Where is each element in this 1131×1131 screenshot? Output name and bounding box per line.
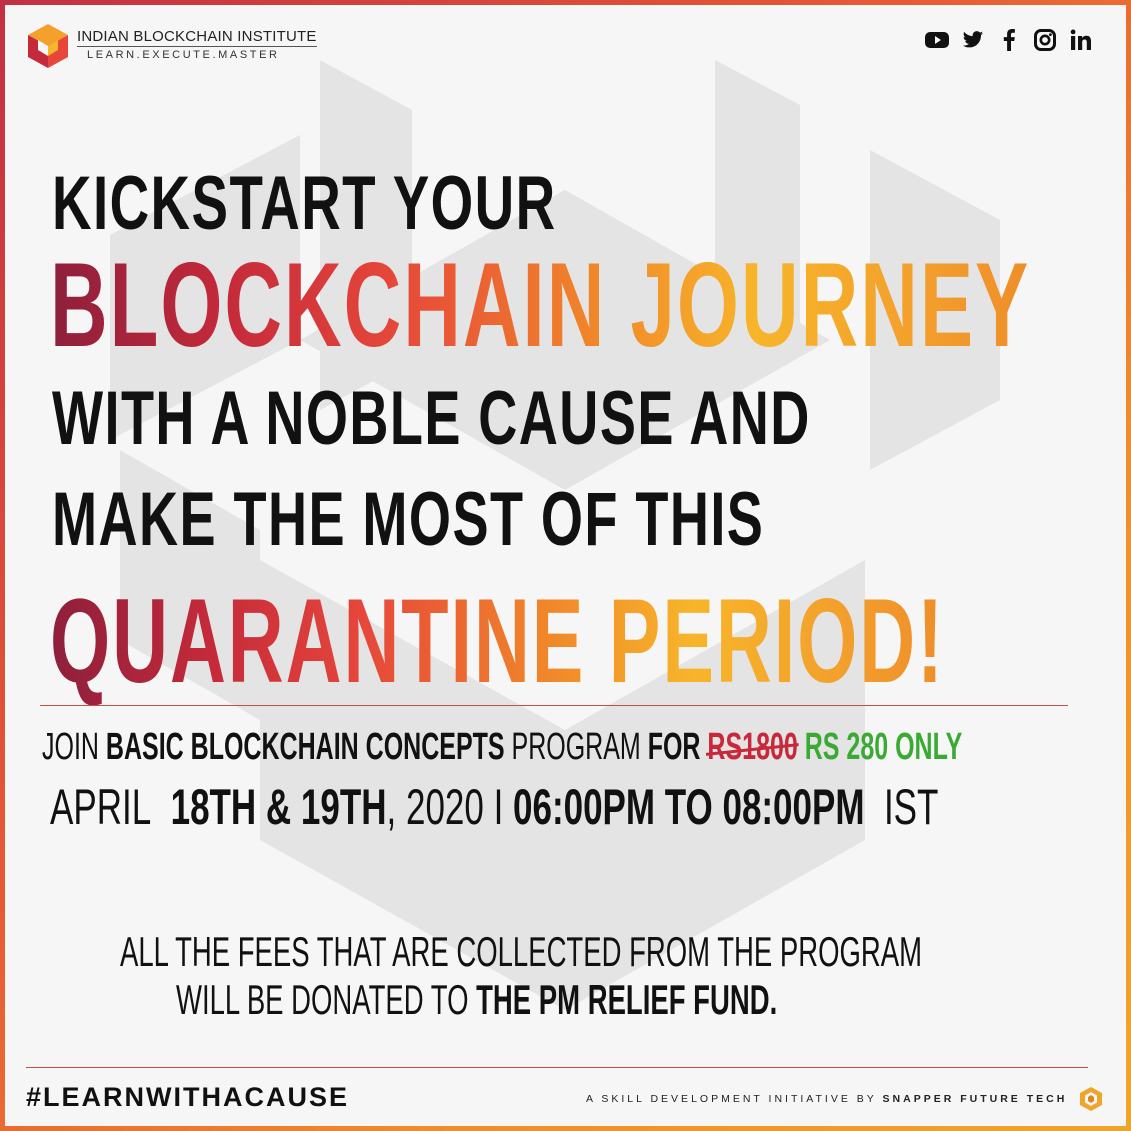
schedule-month: APRIL (50, 779, 152, 835)
twitter-icon[interactable] (961, 28, 985, 52)
old-price: RS1800 (707, 726, 798, 768)
hashtag: #LEARNWITHACAUSE (26, 1082, 350, 1112)
divider-bottom (26, 1067, 1088, 1068)
footer-initiative: A SKILL DEVELOPMENT INITIATIVE BY SNAPPE… (586, 1093, 1067, 1105)
facebook-icon[interactable] (997, 28, 1021, 52)
footer-initiative-text: A SKILL DEVELOPMENT INITIATIVE BY (586, 1093, 877, 1105)
schedule-time: 06:00PM TO 08:00PM (513, 779, 865, 835)
org-name: INDIAN BLOCKCHAIN INSTITUTE (77, 28, 317, 45)
program-name: BASIC BLOCKCHAIN CONCEPTS (105, 726, 505, 768)
linkedin-icon[interactable] (1069, 28, 1093, 52)
donation-line-1: ALL THE FEES THAT ARE COLLECTED FROM THE… (120, 928, 923, 975)
program-join: JOIN (42, 726, 99, 768)
headline-line-5: QUARANTINE PERIOD! (50, 574, 945, 708)
snapper-logo-icon (1080, 1087, 1102, 1111)
schedule-year: , 2020 (386, 779, 484, 835)
youtube-icon[interactable] (925, 28, 949, 52)
headline-line-3: WITH A NOBLE CAUSE AND (52, 376, 811, 461)
schedule-separator: I (493, 779, 504, 835)
headline-line-4: MAKE THE MOST OF THIS (52, 477, 765, 562)
instagram-icon[interactable] (1033, 28, 1057, 52)
program-line: JOIN BASIC BLOCKCHAIN CONCEPTS PROGRAM F… (42, 726, 962, 769)
donation-fund: THE PM RELIEF FUND. (476, 976, 778, 1023)
headline-line-1: KICKSTART YOUR (52, 161, 557, 246)
schedule-line: APRIL 18TH & 19TH, 2020 I 06:00PM TO 08:… (50, 778, 938, 836)
schedule-zone: IST (883, 779, 939, 835)
cube-logo-icon (28, 24, 68, 68)
org-name-divider (77, 46, 317, 47)
program-for: FOR (647, 726, 701, 768)
headline-line-2: BLOCKCHAIN JOURNEY (50, 238, 1031, 372)
new-price: RS 280 ONLY (804, 726, 963, 768)
program-word: PROGRAM (511, 726, 641, 768)
footer-company: SNAPPER FUTURE TECH (882, 1093, 1068, 1105)
donation-line-2: WILL BE DONATED TO THE PM RELIEF FUND. (176, 976, 777, 1024)
schedule-days: 18TH & 19TH (170, 779, 387, 835)
donation-prefix: WILL BE DONATED TO (176, 976, 469, 1023)
social-links (925, 28, 1093, 52)
poster: INDIAN BLOCKCHAIN INSTITUTE LEARN.EXECUT… (0, 0, 1131, 1131)
divider-top (40, 705, 1068, 706)
org-tagline: LEARN.EXECUTE.MASTER (87, 49, 280, 61)
